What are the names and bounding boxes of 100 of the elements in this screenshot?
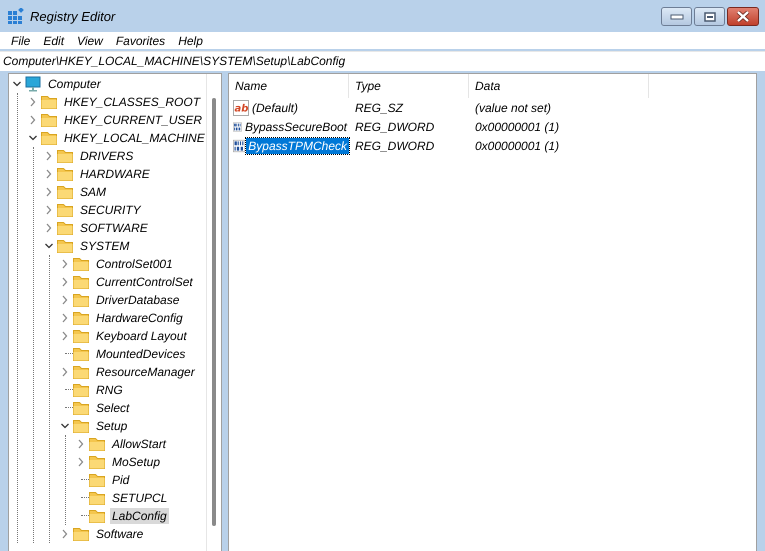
expand-chevron-icon[interactable]: [60, 295, 70, 305]
folder-icon: [89, 472, 105, 488]
menu-item[interactable]: Help: [172, 34, 210, 48]
folder-icon: [41, 130, 57, 146]
value-data: 0x00000001 (1): [474, 120, 560, 134]
expand-chevron-icon[interactable]: [60, 277, 70, 287]
folder-icon: [41, 94, 57, 110]
folder-icon: [57, 220, 73, 236]
expand-chevron-icon[interactable]: [60, 313, 70, 323]
scrollbar-thumb[interactable]: [212, 98, 216, 526]
expand-chevron-icon[interactable]: [28, 115, 38, 125]
folder-icon: [73, 256, 89, 272]
binary-value-icon: [233, 138, 246, 154]
folder-icon: [73, 310, 89, 326]
tree-item[interactable]: AllowStart: [110, 436, 168, 452]
tree-item[interactable]: HKEY_LOCAL_MACHINE: [62, 130, 206, 146]
computer-icon: [25, 76, 41, 92]
tree-item[interactable]: SOFTWARE: [78, 220, 150, 236]
tree-item[interactable]: Pid: [110, 472, 132, 488]
expand-chevron-icon[interactable]: [76, 439, 86, 449]
value-type: REG_DWORD: [354, 120, 436, 134]
tree-item[interactable]: HARDWARE: [78, 166, 152, 182]
collapse-chevron-icon[interactable]: [44, 241, 54, 251]
value-data: (value not set): [474, 100, 552, 114]
menu-item[interactable]: View: [71, 34, 110, 48]
menu-item[interactable]: File: [5, 34, 38, 48]
address-bar[interactable]: Computer\HKEY_LOCAL_MACHINE\SYSTEM\Setup\LabConfig: [0, 51, 765, 71]
expand-chevron-icon[interactable]: [60, 367, 70, 377]
folder-icon: [73, 418, 89, 434]
expand-chevron-icon[interactable]: [44, 151, 54, 161]
expand-chevron-icon[interactable]: [44, 205, 54, 215]
tree-item[interactable]: MountedDevices: [94, 346, 188, 362]
tree-item[interactable]: ControlSet001: [94, 256, 175, 272]
folder-icon: [73, 292, 89, 308]
value-type: REG_SZ: [354, 100, 404, 114]
menu-item[interactable]: Favorites: [110, 34, 172, 48]
menu-item[interactable]: Edit: [37, 34, 72, 48]
expand-chevron-icon[interactable]: [60, 259, 70, 269]
window-title: Registry Editor: [30, 8, 116, 24]
expand-chevron-icon[interactable]: [44, 223, 54, 233]
tree-item[interactable]: SYSTEM: [78, 238, 132, 254]
folder-icon: [57, 202, 73, 218]
folder-icon: [89, 436, 105, 452]
tree-item[interactable]: Computer: [46, 76, 103, 92]
expand-chevron-icon[interactable]: [76, 457, 86, 467]
tree-item[interactable]: SECURITY: [78, 202, 143, 218]
tree-item[interactable]: Keyboard Layout: [94, 328, 189, 344]
expand-chevron-icon[interactable]: [44, 169, 54, 179]
tree-item[interactable]: HKEY_CURRENT_USER: [62, 112, 204, 128]
tree-item[interactable]: HKEY_CLASSES_ROOT: [62, 94, 202, 110]
folder-icon: [57, 184, 73, 200]
collapse-chevron-icon[interactable]: [12, 79, 22, 89]
collapse-chevron-icon[interactable]: [28, 133, 38, 143]
expand-chevron-icon[interactable]: [60, 529, 70, 539]
close-icon: [736, 11, 750, 22]
folder-icon: [57, 238, 73, 254]
folder-icon: [89, 490, 105, 506]
value-name[interactable]: (Default): [250, 100, 300, 116]
minimize-button[interactable]: [661, 7, 692, 26]
collapse-chevron-icon[interactable]: [60, 421, 70, 431]
folder-icon: [89, 454, 105, 470]
folder-icon: [73, 346, 89, 362]
tree-item[interactable]: HardwareConfig: [94, 310, 185, 326]
tree-item[interactable]: Software: [94, 526, 146, 542]
folder-icon: [73, 328, 89, 344]
tree-item[interactable]: LabConfig: [110, 508, 169, 524]
value-type: REG_DWORD: [354, 138, 436, 152]
column-header[interactable]: Type: [349, 74, 469, 98]
folder-icon: [57, 148, 73, 164]
expand-chevron-icon[interactable]: [44, 187, 54, 197]
folder-icon: [57, 166, 73, 182]
tree-item[interactable]: Setup: [94, 418, 130, 434]
value-name[interactable]: BypassSecureBoot: [242, 118, 349, 134]
tree-item[interactable]: ResourceManager: [94, 364, 197, 380]
folder-icon: [73, 382, 89, 398]
folder-icon: [41, 112, 57, 128]
folder-icon: [89, 508, 105, 524]
maximize-icon: [704, 12, 716, 22]
expand-chevron-icon[interactable]: [28, 97, 38, 107]
string-value-icon: ab: [233, 100, 249, 116]
minimize-icon: [670, 12, 684, 20]
tree-item[interactable]: DRIVERS: [78, 148, 136, 164]
column-header[interactable]: Data: [469, 74, 649, 98]
tree-item[interactable]: Select: [94, 400, 132, 416]
close-button[interactable]: [727, 7, 759, 26]
folder-icon: [73, 364, 89, 380]
tree-item[interactable]: SETUPCL: [110, 490, 170, 506]
folder-icon: [73, 400, 89, 416]
tree-item[interactable]: RNG: [94, 382, 125, 398]
tree-item[interactable]: SAM: [78, 184, 108, 200]
registry-grid-icon: [8, 8, 24, 24]
tree-item[interactable]: MoSetup: [110, 454, 162, 470]
folder-icon: [73, 274, 89, 290]
maximize-button[interactable]: [694, 7, 725, 26]
expand-chevron-icon[interactable]: [60, 331, 70, 341]
tree-item[interactable]: CurrentControlSet: [94, 274, 195, 290]
tree-item[interactable]: DriverDatabase: [94, 292, 182, 308]
value-name[interactable]: BypassTPMCheck: [246, 138, 349, 154]
column-header[interactable]: Name: [229, 74, 349, 98]
folder-icon: [73, 526, 89, 542]
